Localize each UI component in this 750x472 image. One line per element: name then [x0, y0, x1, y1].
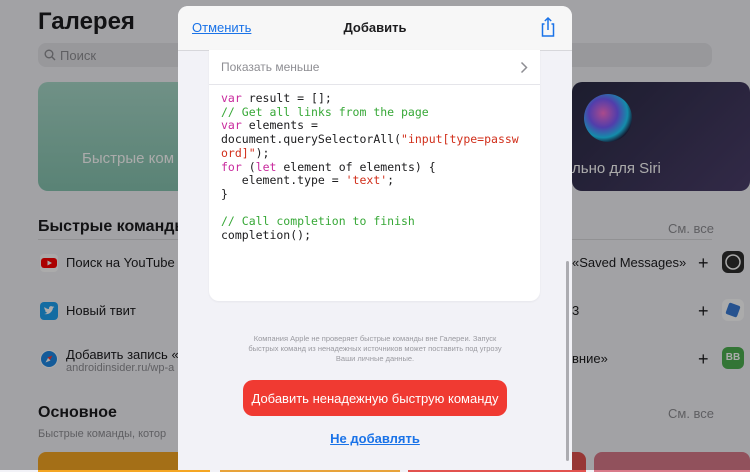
- share-icon: [541, 16, 555, 37]
- shortcut-code-card: Показать меньше var result = []; // Get …: [209, 50, 540, 301]
- show-less-label: Показать меньше: [221, 60, 320, 74]
- security-warning-text: Компания Apple не проверяет быстрые кома…: [248, 334, 502, 363]
- script-code: var result = []; // Get all links from t…: [221, 91, 519, 243]
- show-less-button[interactable]: Показать меньше: [209, 50, 540, 85]
- chevron-right-icon: [520, 61, 528, 74]
- modal-title: Добавить: [343, 20, 407, 35]
- add-untrusted-shortcut-button[interactable]: Добавить ненадежную быструю команду: [243, 380, 507, 416]
- share-button[interactable]: [538, 16, 558, 38]
- add-shortcut-modal: Отменить Добавить Показать меньше var re…: [178, 6, 572, 470]
- scrollbar[interactable]: [566, 261, 569, 461]
- dont-add-button[interactable]: Не добавлять: [178, 431, 572, 446]
- modal-header: Отменить Добавить: [178, 6, 572, 51]
